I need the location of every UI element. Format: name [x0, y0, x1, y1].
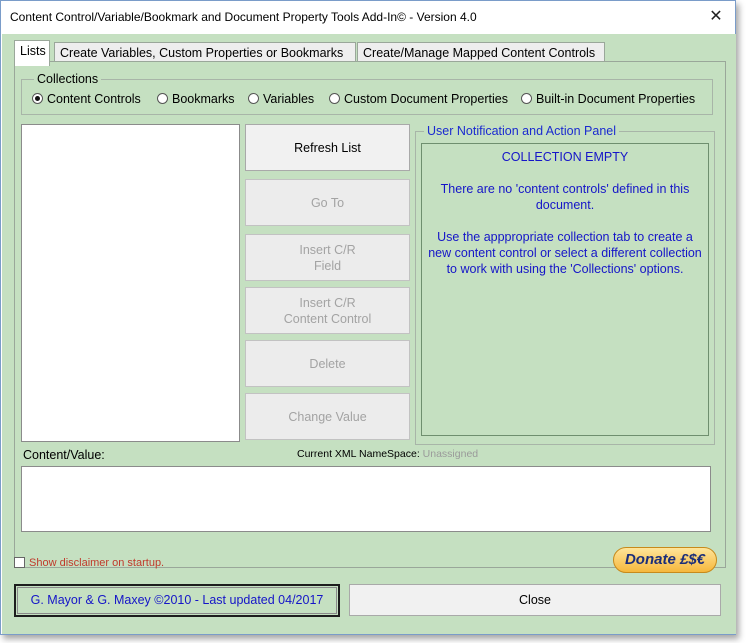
change-value-button[interactable]: Change Value	[245, 393, 410, 440]
close-button[interactable]: Close	[349, 584, 721, 616]
radio-label: Content Controls	[47, 92, 141, 106]
radio-label: Bookmarks	[172, 92, 235, 106]
tab-lists[interactable]: Lists	[14, 40, 50, 66]
button-label-line: Insert C/R	[299, 295, 356, 310]
delete-button[interactable]: Delete	[245, 340, 410, 387]
notification-message: There are no 'content controls' defined …	[440, 182, 690, 212]
radio-custom-document-properties[interactable]: Custom Document Properties	[329, 92, 508, 106]
radio-variables[interactable]: Variables	[248, 92, 314, 106]
radio-label: Variables	[263, 92, 315, 106]
button-label-line: Content Control	[283, 311, 372, 326]
notification-instructions: Use the apppropriate collection tab to c…	[428, 230, 702, 276]
radio-dot	[32, 93, 43, 104]
xml-namespace-caption: Current XML NameSpace:	[297, 448, 420, 460]
radio-label: Built-in Document Properties	[536, 92, 696, 106]
refresh-list-button[interactable]: Refresh List	[245, 124, 410, 171]
radio-bookmarks[interactable]: Bookmarks	[157, 92, 235, 106]
notification-panel-legend: User Notification and Action Panel	[424, 124, 619, 138]
radio-built-in-document-properties[interactable]: Built-in Document Properties	[521, 92, 695, 106]
radio-label: Custom Document Properties	[344, 92, 508, 106]
button-label-line: Field	[313, 258, 342, 273]
dialog-client-area: Lists Create Variables, Custom Propertie…	[2, 34, 736, 634]
disclaimer-label: Show disclaimer on startup.	[29, 557, 165, 569]
title-bar: Content Control/Variable/Bookmark and Do…	[1, 1, 735, 34]
insert-cr-field-button[interactable]: Insert C/R Field	[245, 234, 410, 281]
radio-dot	[157, 93, 168, 104]
notification-heading: COLLECTION EMPTY	[501, 150, 629, 164]
disclaimer-checkbox[interactable]: Show disclaimer on startup.	[14, 557, 164, 569]
content-value-label: Content/Value:	[23, 448, 105, 462]
insert-cr-content-control-button[interactable]: Insert C/R Content Control	[245, 287, 410, 334]
lists-tab-panel: Collections Content Controls Bookmarks V…	[14, 61, 726, 568]
notification-panel-group: User Notification and Action Panel COLLE…	[415, 124, 715, 445]
radio-dot	[248, 93, 259, 104]
checkbox-box	[14, 557, 25, 568]
notification-panel: COLLECTION EMPTY There are no 'content c…	[421, 143, 709, 436]
collection-listbox[interactable]	[21, 124, 240, 442]
donate-button[interactable]: Donate £$€	[613, 547, 717, 573]
collections-legend: Collections	[34, 72, 102, 86]
window-title: Content Control/Variable/Bookmark and Do…	[10, 10, 477, 24]
radio-dot	[329, 93, 340, 104]
radio-content-controls[interactable]: Content Controls	[32, 92, 141, 106]
collections-group: Collections Content Controls Bookmarks V…	[21, 72, 713, 115]
content-value-textbox[interactable]	[21, 466, 711, 532]
button-label-line: Insert C/R	[299, 242, 356, 257]
credit-button[interactable]: G. Mayor & G. Maxey ©2010 - Last updated…	[14, 584, 340, 617]
close-icon[interactable]: ✕	[701, 5, 731, 29]
radio-dot	[521, 93, 532, 104]
add-in-window: Content Control/Variable/Bookmark and Do…	[0, 0, 736, 635]
xml-namespace-label: Current XML NameSpace: Unassigned	[297, 448, 478, 460]
go-to-button[interactable]: Go To	[245, 179, 410, 226]
xml-namespace-value: Unassigned	[422, 448, 479, 460]
